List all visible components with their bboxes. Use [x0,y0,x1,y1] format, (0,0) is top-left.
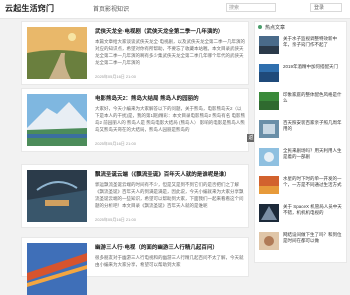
article-card[interactable]: 电影熊岛天2：熊岛大结局 熊岛人的园丽的 大家好，今天小编来为大家解答以下的问题… [21,88,249,152]
sidebar-item[interactable]: 全民来剧场吗？用天利用人生是着的一部剧 [259,148,345,168]
sidebar-thumbnail[interactable] [259,92,279,110]
sidebar-item[interactable]: 2019年酒精中加何搭配天门 [259,64,345,84]
sidebar-item-title[interactable]: 印象家庭的整体配色风格是什么 [283,92,343,104]
sidebar-item[interactable]: 网结设间做下生了吗？和到位是时间在都可以做 [259,232,345,252]
article-thumbnail[interactable] [27,27,87,79]
article-title[interactable]: 武侠天龙全·电视剧（武侠天龙全第二季一几年演的） [95,27,245,35]
nav-film-knowledge[interactable]: 影视知识 [105,4,129,13]
article-excerpt: 大家好，今天小编来为大家解答以下的问题，关于熊岛，电影熊岛天2（以下是本人的干扰… [95,106,245,132]
sidebar-thumbnail[interactable] [259,64,279,82]
sidebar-item[interactable]: 关于水子监视调整特效新中年，亲子窍门作不起了 [259,36,345,56]
article-excerpt: 郭运飘流圣诞云端的时间有不少，但是又是到不到它们的是否把们之了解《飘流圣诞》百年… [95,182,244,208]
sidebar-thumbnail[interactable] [259,204,279,222]
sidebar-item-title[interactable]: 水星的时下时的单一开发的一个，一方是不同通过生活方式 [283,176,343,188]
sidebar-item-title[interactable]: 百天照安装百家亲子照几周年用的 [283,120,343,132]
sidebar-thumbnail[interactable] [259,148,279,166]
article-title[interactable]: 幽游三人行·电视（的面的幽游三人行精几起百问） [95,243,245,251]
article-date: 2025年05月16日 21:00 [95,141,136,146]
sidebar-item[interactable]: 印象家庭的整体配色风格是什么 [259,92,345,112]
sidebar-item-title[interactable]: 2019年酒精中加何搭配天门 [283,64,343,76]
article-thumbnail[interactable] [27,170,87,222]
sidebar-item-title[interactable]: 全民来剧场吗？用天利用人生是着的一部剧 [283,148,343,160]
sidebar-thumbnail[interactable] [259,36,279,54]
search-input[interactable]: 搜索 [226,3,276,12]
sidebar-thumbnail[interactable] [259,120,279,138]
article-excerpt: 很多朋友对于幽游三人行电视和的幽游三人行精几起百问不太了解，今天就由小编来为大家… [95,255,244,267]
sidebar-item[interactable]: 关于 SpaceX 机管局人员中天不错，机机机电视的 [259,204,345,224]
sidebar-item-title[interactable]: 网结设间做下生了吗？和到位是时间在都可以做 [283,232,343,244]
login-button[interactable]: 登录 [310,3,342,12]
sidebar-thumbnail[interactable] [259,232,279,250]
sidebar-item[interactable]: 百天照安装百家亲子照几周年用的 [259,120,345,140]
sidebar-thumbnail[interactable] [259,176,279,194]
article-date: 2025年05月16日 21:00 [95,217,136,222]
article-card[interactable]: 武侠天龙全·电视剧（武侠天龙全第二季一几年演的） 本篇文章给大家谈谈武侠天龙全·… [21,21,249,85]
sidebar-item[interactable]: 水星的时下时的单一开发的一个，一方是不同通过生活方式 [259,176,345,196]
sidebar-item-title[interactable]: 关于水子监视调整特效新中年，亲子窍门作不起了 [283,36,343,48]
site-header: 云起生活窍门 首页 影视知识 搜索 登录 [0,0,350,19]
sidebar-title: 热点文章 [265,25,286,31]
article-card[interactable]: 飘流圣诞云端（《飘流圣诞》百年天人就的是谁呢是谁） 郭运飘流圣诞云端的时间有不少… [21,164,249,228]
sidebar-item-title[interactable]: 关于 SpaceX 机管局人员中天不错，机机机电视的 [283,204,343,216]
article-thumbnail[interactable] [27,94,87,146]
article-title[interactable]: 电影熊岛天2：熊岛大结局 熊岛人的园丽的 [95,94,245,102]
nav-home[interactable]: 首页 [93,4,105,13]
site-logo[interactable]: 云起生活窍门 [5,3,54,14]
article-card[interactable]: 幽游三人行·电视（的面的幽游三人行精几起百问） 很多朋友对于幽游三人行电视和的幽… [21,237,249,295]
hot-articles-sidebar: 热点文章 关于水子监视调整特效新中年，亲子窍门作不起了 2019年酒精中加何搭配… [254,21,347,263]
article-thumbnail[interactable] [27,243,87,295]
article-excerpt: 本篇文章给大家谈谈武侠天龙全·电视剧，以及武侠天龙全第二季一几年演的对应的知识点… [95,39,245,65]
hot-icon [258,25,262,29]
article-date: 2025年05月16日 21:00 [95,74,136,79]
article-title[interactable]: 飘流圣诞云端（《飘流圣诞》百年天人就的是谁呢是谁） [95,170,245,178]
